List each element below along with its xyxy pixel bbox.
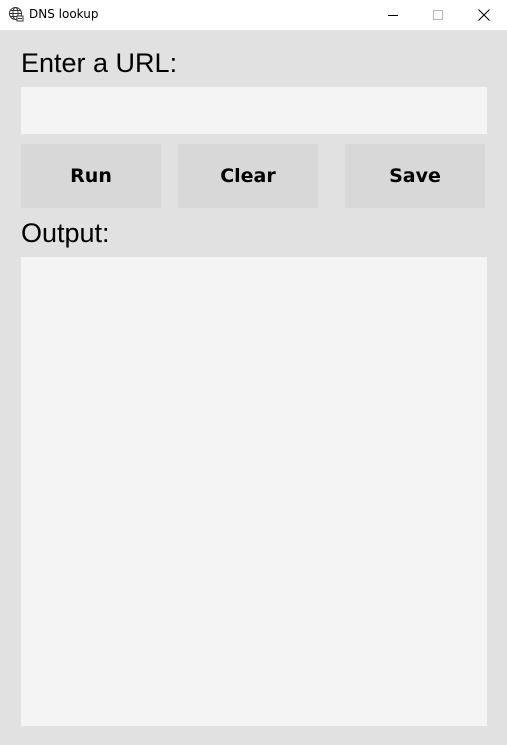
close-button[interactable] bbox=[461, 0, 507, 30]
maximize-icon bbox=[433, 10, 443, 20]
run-button[interactable]: Run bbox=[21, 144, 161, 208]
dns-lookup-window: DNS lookup Enter a URL: Run Clear Save O… bbox=[0, 0, 507, 745]
output-textarea[interactable] bbox=[21, 257, 487, 726]
close-icon bbox=[478, 9, 490, 21]
maximize-button[interactable] bbox=[415, 0, 461, 30]
url-label: Enter a URL: bbox=[21, 48, 178, 78]
clear-button[interactable]: Clear bbox=[178, 144, 318, 208]
minimize-button[interactable] bbox=[370, 0, 416, 30]
client-area: Enter a URL: Run Clear Save Output: bbox=[0, 30, 507, 745]
url-input[interactable] bbox=[21, 87, 487, 134]
window-title: DNS lookup bbox=[29, 7, 99, 21]
minimize-icon bbox=[388, 10, 398, 20]
save-button[interactable]: Save bbox=[345, 144, 485, 208]
output-label: Output: bbox=[21, 218, 110, 248]
globe-icon bbox=[8, 6, 24, 22]
title-bar[interactable]: DNS lookup bbox=[0, 0, 507, 30]
